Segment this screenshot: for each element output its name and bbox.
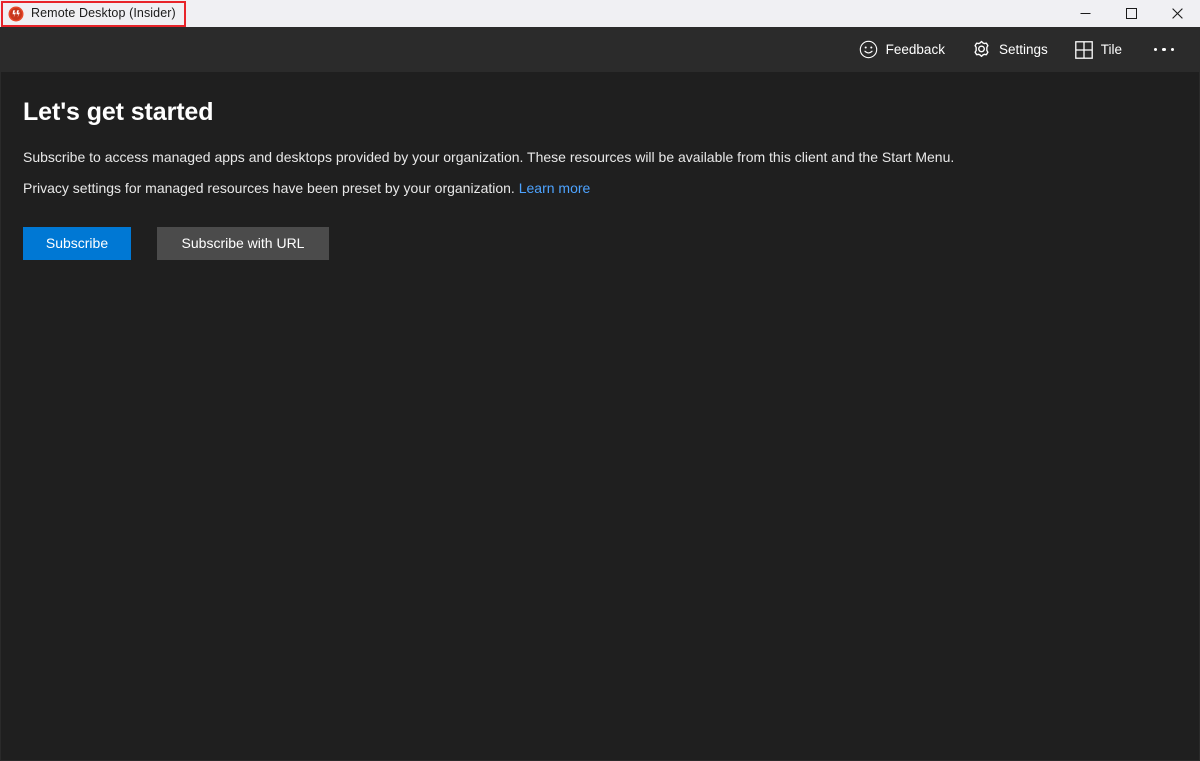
grid-tile-icon — [1074, 40, 1093, 59]
page-title: Let's get started — [23, 98, 214, 126]
ellipsis-dot-icon — [1170, 47, 1175, 52]
main-content: Let's get started Subscribe to access ma… — [0, 72, 1200, 761]
window-controls — [1062, 0, 1200, 27]
learn-more-link[interactable]: Learn more — [519, 180, 591, 196]
minimize-button[interactable] — [1062, 0, 1108, 27]
close-button[interactable] — [1154, 0, 1200, 27]
ellipsis-dot-icon — [1162, 47, 1166, 52]
action-button-row: Subscribe Subscribe with URL — [23, 226, 1177, 260]
command-toolbar: Feedback Settings Tile — [0, 27, 1200, 72]
smiley-face-icon — [859, 40, 878, 59]
more-options-button[interactable] — [1142, 33, 1186, 67]
tile-view-button[interactable]: Tile — [1064, 33, 1133, 67]
feedback-label: Feedback — [885, 41, 945, 57]
window-title: Remote Desktop (Insider) — [31, 6, 176, 21]
settings-button[interactable]: Settings — [961, 33, 1059, 67]
subscribe-with-url-button[interactable]: Subscribe with URL — [157, 226, 329, 260]
feedback-button[interactable]: Feedback — [848, 33, 956, 67]
tile-label: Tile — [1100, 41, 1122, 57]
remote-desktop-window: Remote Desktop (Insider) Feedback Settin… — [0, 0, 1200, 761]
subscribe-button[interactable]: Subscribe — [23, 226, 131, 260]
maximize-button[interactable] — [1108, 0, 1154, 27]
privacy-paragraph: Privacy settings for managed resources h… — [23, 177, 1177, 200]
description-paragraph: Subscribe to access managed apps and des… — [23, 148, 955, 165]
titlebar-left-group: Remote Desktop (Insider) — [0, 0, 176, 27]
gear-icon — [972, 40, 991, 59]
titlebar: Remote Desktop (Insider) — [0, 0, 1200, 27]
privacy-text: Privacy settings for managed resources h… — [23, 180, 515, 197]
ellipsis-dot-icon — [1153, 47, 1158, 52]
settings-label: Settings — [998, 41, 1048, 57]
remote-desktop-icon — [8, 6, 24, 22]
